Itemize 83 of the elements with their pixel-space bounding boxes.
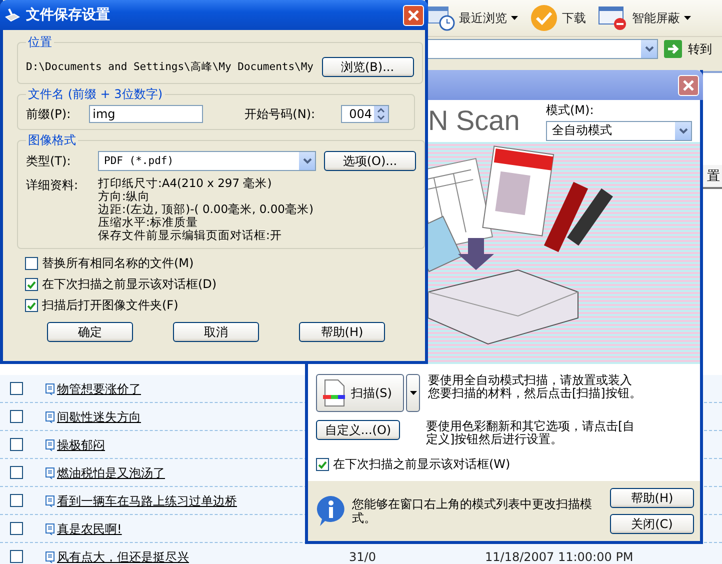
option-checkbox[interactable]: 在下次扫描之前显示该对话框(D)	[25, 274, 415, 295]
dialog-button[interactable]: 确定	[47, 322, 133, 342]
chevron-down-icon	[644, 46, 654, 52]
detail-text: 方向:纵向	[98, 190, 151, 203]
close-icon	[683, 80, 694, 90]
show-dialog-checkbox[interactable]: 在下次扫描之前显示该对话框(W)	[316, 454, 692, 476]
note-icon	[45, 466, 55, 478]
toolbar-button[interactable]: 下载	[527, 3, 589, 33]
close-button[interactable]	[403, 4, 424, 26]
count-text: 31/0	[348, 550, 377, 564]
mode-select[interactable]: 全自动模式	[546, 120, 692, 141]
options-button[interactable]: 选项(O)...	[324, 151, 416, 171]
window-clock-icon	[427, 5, 455, 31]
window-block-icon	[598, 5, 628, 31]
scan-menu-button[interactable]	[406, 374, 420, 412]
type-select[interactable]: PDF (*.pdf)	[98, 151, 316, 171]
close-button[interactable]	[678, 74, 699, 96]
folder-path: D:\Documents and Settings\高峰\My Documents\My	[26, 60, 314, 74]
caret-icon	[410, 391, 416, 396]
scan-instructions: 要使用全自动模式扫描，请放置或装入您要扫描的材料，然后点击[扫描]按钮。	[428, 374, 642, 400]
checkbox[interactable]	[10, 494, 23, 507]
group-title: 位置	[27, 34, 53, 51]
checkmark-icon	[318, 460, 327, 469]
option-checkbox[interactable]: 扫描后打开图像文件夹(F)	[25, 295, 415, 316]
dropdown-button[interactable]	[641, 40, 657, 58]
note-icon	[45, 522, 55, 534]
document-icon	[323, 379, 345, 408]
info-icon	[316, 495, 346, 528]
customize-button[interactable]: 自定义...(O)	[316, 420, 400, 440]
app-logo-text: N Scan	[428, 105, 520, 138]
post-link[interactable]: 看到一辆车在马路上练习过单边桥	[57, 494, 237, 508]
checkbox[interactable]	[10, 410, 23, 423]
note-icon	[45, 382, 55, 394]
post-link[interactable]: 真是农民啊!	[57, 522, 122, 536]
start-number-label: 开始号码(N):	[244, 106, 316, 122]
group-title: 图像格式	[27, 132, 77, 149]
detail-text: 打印纸尺寸:A4(210 x 297 毫米)	[98, 177, 273, 190]
close-button[interactable]: 关闭(C)	[610, 514, 694, 534]
scan-button[interactable]: 扫描(S)	[316, 374, 404, 412]
note-icon	[45, 410, 55, 422]
toolbar-button[interactable]: 智能屏蔽	[595, 3, 694, 33]
start-number-spinner[interactable]: 004	[341, 105, 390, 123]
dialog-button[interactable]: 取消	[173, 322, 259, 342]
mode-label: 模式(M):	[546, 102, 595, 119]
post-link[interactable]: 燃油税怕是又泡汤了	[57, 466, 165, 480]
chevron-down-icon	[302, 158, 312, 164]
detail-text: 边距:(左边, 顶部)-( 0.00毫米, 0.00毫米)	[98, 203, 314, 216]
note-icon	[45, 494, 55, 506]
checkmark-circle-icon	[530, 4, 558, 32]
checkmark-icon	[27, 280, 36, 288]
go-label[interactable]: 转到	[688, 40, 718, 58]
chevron-down-icon	[678, 128, 688, 134]
scanner-icon	[4, 7, 20, 23]
note-icon	[45, 438, 55, 450]
column-header-text: 置	[707, 168, 721, 185]
checkmark-icon	[27, 302, 36, 310]
prefix-input[interactable]: img	[88, 105, 203, 123]
prefix-label: 前缀(P):	[26, 106, 71, 122]
post-link[interactable]: 风有点大，但还是挺尽兴	[57, 550, 189, 564]
checkbox[interactable]	[10, 438, 23, 451]
date-text: 11/18/2007 11:00:00 PM	[484, 550, 634, 564]
close-icon	[408, 10, 419, 20]
help-button[interactable]: 帮助(H)	[610, 488, 694, 508]
dialog-button[interactable]: 帮助(H)	[299, 322, 385, 342]
type-label: 类型(T):	[26, 152, 72, 170]
checkbox[interactable]	[10, 382, 23, 395]
group-title: 文件名 (前缀 + 3位数字)	[27, 86, 164, 103]
window-title: 文件保存设置	[26, 6, 111, 24]
post-link[interactable]: 间歇性迷失方向	[57, 410, 141, 424]
checkbox[interactable]	[10, 466, 23, 479]
browse-button[interactable]: 浏览(B)...	[322, 57, 414, 77]
checkbox[interactable]	[10, 550, 23, 563]
checkbox[interactable]	[10, 522, 23, 535]
details-label: 详细资料:	[26, 177, 80, 194]
customize-instructions: 要使用色彩翻新和其它选项，请点击[自定义]按钮然后进行设置。	[426, 420, 636, 446]
info-text: 您能够在窗口右上角的模式列表中更改扫描模式。	[352, 497, 592, 526]
detail-text: 压缩水平:标准质量	[98, 216, 199, 229]
post-link[interactable]: 物管想要涨价了	[57, 382, 141, 396]
detail-text: 保存文件前显示编辑页面对话框:开	[98, 229, 283, 242]
note-icon	[45, 550, 55, 562]
spinner-arrows-icon	[374, 106, 388, 122]
post-link[interactable]: 操极郁闷	[57, 438, 105, 452]
option-checkbox[interactable]: 替换所有相同名称的文件(M)	[25, 253, 415, 274]
